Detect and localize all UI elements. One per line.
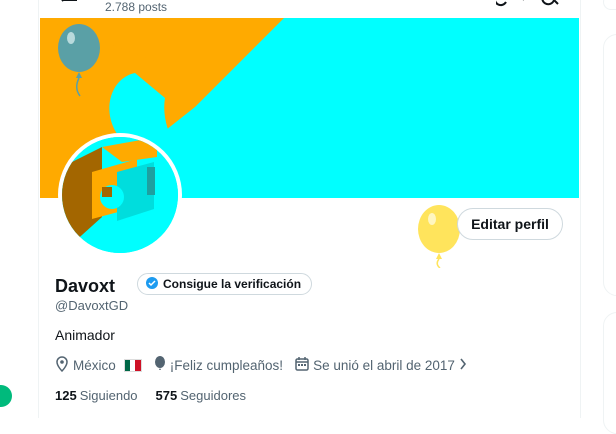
profile-meta: México ¡Feliz cumpleaños! Se unió el abr… [55,355,479,375]
joined-item[interactable]: Se unió el abril de 2017 [295,356,467,374]
profile-bio: Animador [55,327,115,343]
calendar-icon [295,356,309,374]
profile-handle: @DavoxtGD [55,298,129,313]
chevron-right-icon [459,358,467,373]
follow-stats: 125 Siguiendo 575 Seguidores [55,388,246,403]
following-link[interactable]: 125 Siguiendo [55,388,138,403]
sidebar-card-fragment [603,0,616,10]
followers-link[interactable]: 575 Seguidores [156,388,246,403]
location-text: México [73,357,116,373]
mexico-flag-icon [123,358,142,372]
avatar-image [62,137,178,253]
verified-badge-icon [146,276,158,292]
balloon-icon [154,355,166,375]
followers-count: 575 [155,388,178,403]
following-count: 125 [55,388,77,403]
profile-header-bar: 2.788 posts [39,0,580,18]
get-verified-label: Consigue la verificación [163,277,302,291]
search-icon[interactable] [493,0,560,15]
sidebar-card [603,312,616,434]
edit-profile-button[interactable]: Editar perfil [457,208,563,240]
get-verified-button[interactable]: Consigue la verificación [137,273,313,295]
followers-label: Seguidores [180,388,247,403]
avatar[interactable] [58,133,182,257]
birthday-text: ¡Feliz cumpleaños! [169,357,284,373]
balloon-icon [417,204,461,273]
profile-name: Davoxt [55,276,116,296]
sidebar-card [603,34,616,296]
following-label: Siguiendo [79,388,138,403]
profile-column: 2.788 posts Editar perfil Davoxt Consigu… [38,0,581,418]
location-item: México [55,355,142,375]
location-pin-icon [55,355,69,375]
side-decoration [0,385,12,407]
joined-text: Se unió el abril de 2017 [313,357,455,373]
birthday-item: ¡Feliz cumpleaños! [154,355,284,375]
posts-count: 2.788 posts [105,0,168,14]
back-arrow-icon[interactable] [59,0,79,17]
